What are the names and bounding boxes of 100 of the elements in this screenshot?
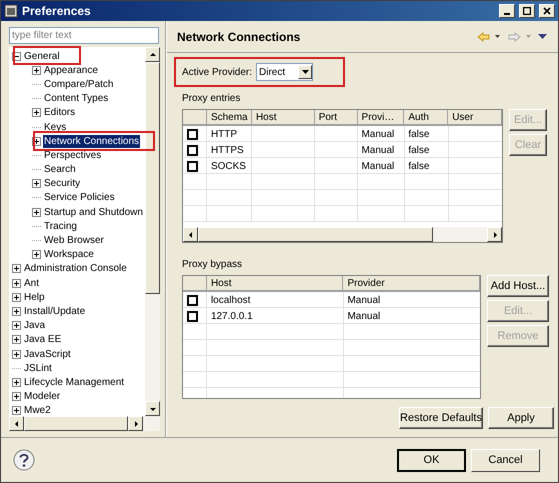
scroll-button[interactable] xyxy=(128,416,143,431)
column-header xyxy=(183,110,207,126)
maximize-icon xyxy=(523,7,531,15)
column-header: Auth xyxy=(404,110,448,126)
column-header: Schema xyxy=(206,110,252,126)
expand-icon[interactable] xyxy=(12,321,21,330)
checkbox[interactable] xyxy=(187,144,198,156)
cancel-button[interactable]: Cancel xyxy=(471,448,540,472)
maximize-button[interactable] xyxy=(519,4,535,18)
table-cell-text: HTTPS xyxy=(210,144,244,158)
column-header: Host xyxy=(252,110,315,126)
expand-icon[interactable] xyxy=(32,108,41,118)
table-cell-text: Manual xyxy=(347,310,380,324)
column-header: User xyxy=(448,110,502,126)
scroll-button[interactable] xyxy=(487,227,502,242)
table-cell-text: Manual xyxy=(347,294,380,308)
tree-item[interactable]: Web Browser xyxy=(43,234,105,248)
tree-item[interactable]: Network Connections xyxy=(43,134,140,148)
close-button[interactable] xyxy=(539,4,555,18)
table-cell-text: SOCKS xyxy=(210,160,246,174)
ok-button[interactable]: OK xyxy=(397,448,466,472)
tree-item[interactable]: Tracing xyxy=(43,220,78,233)
active-provider-label: Active Provider: xyxy=(182,66,252,80)
checkbox[interactable] xyxy=(187,160,198,172)
page-title: Network Connections xyxy=(177,28,302,46)
tree-item[interactable]: Perspectives xyxy=(43,148,102,162)
column-header: Host xyxy=(206,276,344,292)
tree-item[interactable]: Lifecycle Management xyxy=(23,376,126,389)
expand-icon[interactable] xyxy=(32,66,41,75)
tree-item[interactable]: JSLint xyxy=(23,362,53,375)
expand-icon[interactable] xyxy=(32,179,41,188)
column-header xyxy=(183,276,207,292)
tree-item[interactable]: Ant xyxy=(23,276,40,290)
table-cell-text: false xyxy=(408,160,430,174)
tree-item[interactable]: Startup and Shutdown xyxy=(43,206,144,219)
expand-icon[interactable] xyxy=(32,250,41,260)
checkbox[interactable] xyxy=(187,294,198,306)
horizontal-scrollbar[interactable] xyxy=(183,227,502,242)
table-cell-text: false xyxy=(408,144,430,158)
scroll-button[interactable] xyxy=(145,401,160,416)
tree-item[interactable]: Workspace xyxy=(43,248,95,262)
apply-button[interactable]: Apply xyxy=(488,407,554,429)
tree-item[interactable]: Content Types xyxy=(43,92,110,106)
provider-dropdown[interactable]: Direct xyxy=(256,63,314,81)
table-cell-text: HTTP xyxy=(210,128,238,142)
column-header: Provider xyxy=(343,276,480,292)
table-action-button[interactable]: Add Host... xyxy=(487,275,549,297)
tree-item[interactable]: Mwe2 xyxy=(23,404,52,416)
tree-item[interactable]: Service Policies xyxy=(43,191,116,204)
table-cell-text: false xyxy=(408,128,430,142)
highlight-frame xyxy=(13,46,81,65)
scroll-button[interactable] xyxy=(145,47,160,62)
scroll-button[interactable] xyxy=(183,227,198,242)
window-title: Preferences xyxy=(22,3,92,20)
expand-icon[interactable] xyxy=(12,278,21,288)
checkbox[interactable] xyxy=(187,310,198,322)
expand-icon[interactable] xyxy=(12,306,21,316)
expand-icon[interactable] xyxy=(12,264,21,274)
tree-item[interactable]: Search xyxy=(43,163,77,176)
tree-item[interactable]: Install/Update xyxy=(23,304,86,318)
column-header: Provi… xyxy=(358,110,404,126)
tree-item[interactable]: Java EE xyxy=(23,333,62,346)
checkbox[interactable] xyxy=(187,128,198,140)
table-cell-text: Manual xyxy=(361,144,394,158)
expand-icon[interactable] xyxy=(32,208,41,217)
tree-item[interactable]: Compare/Patch xyxy=(43,78,114,91)
section-label: Proxy bypass xyxy=(182,258,244,272)
restore-defaults-button[interactable]: Restore Defaults xyxy=(399,407,483,429)
tree-item[interactable]: Appearance xyxy=(43,64,99,77)
expand-icon[interactable] xyxy=(12,335,21,344)
table-cell-text: 127.0.0.1 xyxy=(210,310,253,324)
tree-item[interactable]: JavaScript xyxy=(23,348,72,361)
tree-item[interactable]: Modeler xyxy=(23,390,62,404)
tree-item[interactable]: Administration Console xyxy=(23,262,128,276)
tree-item[interactable]: General xyxy=(23,50,61,63)
view-menu-icon[interactable] xyxy=(537,33,548,40)
horizontal-scrollbar[interactable] xyxy=(9,416,160,431)
minimize-button[interactable] xyxy=(499,4,515,18)
filter-field[interactable]: type filter text xyxy=(9,27,159,44)
dropdown-icon[interactable] xyxy=(493,34,502,40)
close-icon xyxy=(543,7,551,15)
column-header: Port xyxy=(314,110,358,126)
section-label: Proxy entries xyxy=(182,92,242,106)
tree-item[interactable]: Help xyxy=(23,290,46,304)
window-icon xyxy=(4,4,18,18)
tree-item[interactable]: Editors xyxy=(43,106,76,120)
help-icon[interactable] xyxy=(13,449,35,471)
expand-icon[interactable] xyxy=(12,406,21,416)
table-cell-text: Manual xyxy=(361,128,394,142)
tree-item[interactable]: Keys xyxy=(43,120,68,134)
expand-icon[interactable] xyxy=(12,392,21,402)
expand-icon[interactable] xyxy=(12,292,21,302)
table-cell-text: Manual xyxy=(361,160,394,174)
tree-item[interactable]: Java xyxy=(23,319,46,332)
scroll-button[interactable] xyxy=(9,416,24,431)
expand-icon[interactable] xyxy=(12,350,21,359)
table-cell-text: localhost xyxy=(210,294,250,308)
expand-icon[interactable] xyxy=(12,378,21,387)
tree-item[interactable]: Security xyxy=(43,177,82,190)
vertical-scrollbar[interactable] xyxy=(145,47,160,416)
